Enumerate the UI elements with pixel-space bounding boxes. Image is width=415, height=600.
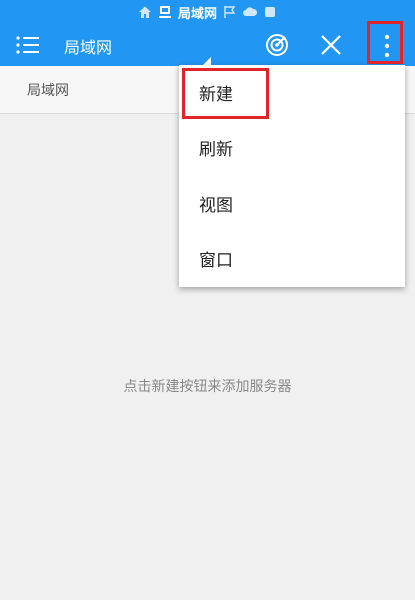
menu-item-refresh[interactable]: 刷新 xyxy=(179,120,405,175)
breadcrumb[interactable]: 局域网 xyxy=(27,80,69,100)
menu-item-window[interactable]: 窗口 xyxy=(179,231,405,286)
dropdown-caret-icon[interactable] xyxy=(203,50,211,65)
toolbar-title[interactable]: 局域网 xyxy=(64,34,112,58)
cloud-icon xyxy=(243,5,257,19)
toolbar: 局域网 xyxy=(0,24,415,66)
home-icon xyxy=(138,5,152,19)
hamburger-menu-icon[interactable] xyxy=(12,30,44,60)
close-icon[interactable] xyxy=(316,30,346,60)
highlight-box-new xyxy=(182,68,269,119)
status-bar: 局域网 xyxy=(0,0,415,24)
status-title: 局域网 xyxy=(177,6,217,22)
flag-icon xyxy=(223,5,237,19)
square-icon xyxy=(263,5,277,19)
radar-icon[interactable] xyxy=(261,30,293,60)
menu-item-view[interactable]: 视图 xyxy=(179,176,405,231)
app-header: 局域网 局域网 xyxy=(0,0,415,66)
network-drive-icon xyxy=(158,5,172,19)
highlight-box-more xyxy=(367,21,403,64)
empty-state-message: 点击新建按钮来添加服务器 xyxy=(123,379,292,395)
app-window: 局域网 局域网 局域网 点击新建按钮来添加服务器 新建 刷新 视图 窗口 xyxy=(0,0,415,600)
